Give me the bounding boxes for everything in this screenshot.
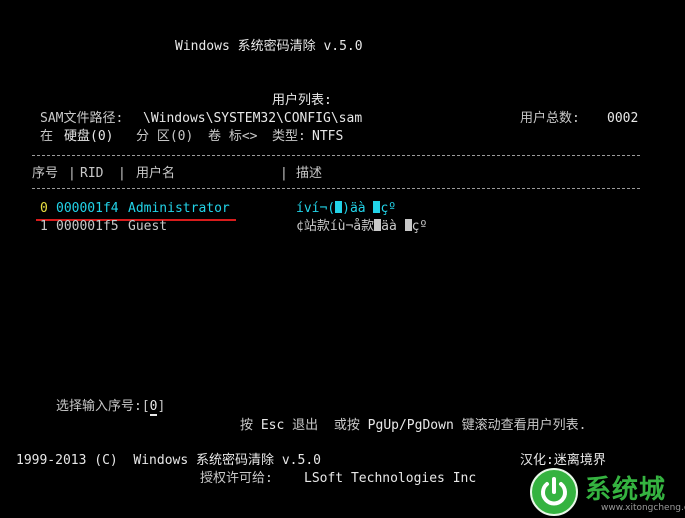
user-total-value: 0002 [607,111,639,126]
fs-type-label: 类型: [272,129,306,144]
copyright: 1999-2013 (C) Windows 系统密码清除 v.5.0 [16,453,321,468]
prompt-close: ] [157,399,166,414]
row-rid: 000001f5 [56,219,119,234]
volume-label: 卷 标<> [208,129,258,144]
licensed-value: LSoft Technologies Inc [304,471,477,486]
divider-header [32,188,640,189]
licensed-label: 授权许可给: [200,471,273,486]
fs-type-value: NTFS [312,129,344,144]
help-line: 按 Esc 退出 或按 PgUp/PgDown 键滚动查看用户列表. [240,418,587,433]
divider-top [32,155,640,156]
power-icon [530,468,578,516]
prompt-label: 选择输入序号:[ [56,399,150,414]
partition-label: 分 区(0) [136,129,194,144]
row-rid: 000001f4 [56,201,119,216]
user-list-title: 用户列表: [272,93,332,108]
column-separator: | [68,166,76,181]
user-total-label: 用户总数: [520,111,580,126]
column-rid: RID [80,166,104,181]
watermark-url: www.xitongcheng.com [601,503,685,513]
index-prompt: 选择输入序号:[0] [56,399,166,416]
esc-key: Esc [260,418,285,433]
sam-path-value: \Windows\SYSTEM32\CONFIG\sam [143,111,363,126]
row-description: íví¬()äà çº [296,201,397,216]
row-description: ¢站款íù¬å款 äà çº [296,219,428,234]
page-keys: PgUp/PgDown [367,418,454,433]
watermark-text: 系统城 [585,475,667,505]
row-index: 1 [40,219,48,234]
row-username: Guest [128,219,168,234]
row-index: 0 [40,201,48,216]
watermark-logo: 系统城 www.xitongcheng.com [527,465,685,516]
sam-path-label: SAM文件路径: [40,111,124,126]
row-username: Administrator [128,201,230,216]
app-title: Windows 系统密码清除 v.5.0 [175,39,363,54]
column-description: 描述 [296,166,323,181]
column-separator: | [280,166,288,181]
column-index: 序号 [32,166,59,181]
disk-value: 硬盘(0) [64,129,114,144]
location-in-label: 在 [40,129,54,144]
column-separator: | [118,166,126,181]
column-username: 用户名 [136,166,176,181]
